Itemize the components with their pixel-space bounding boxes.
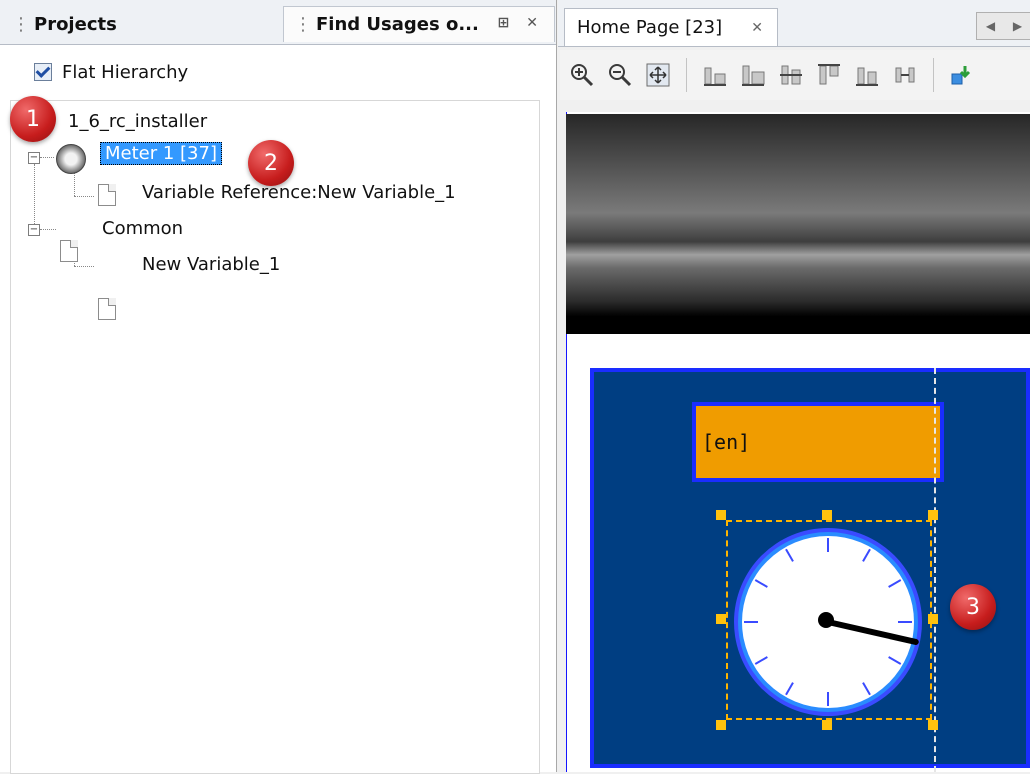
align-left-icon[interactable] <box>739 61 767 89</box>
distribute-icon[interactable] <box>891 61 919 89</box>
drag-handle-icon[interactable]: ⋮ <box>12 14 30 35</box>
tab-projects[interactable]: ⋮ Projects <box>6 6 276 42</box>
tab-find-usages-label: Find Usages o... <box>316 14 479 35</box>
toolbar-separator <box>686 58 687 92</box>
guide-line <box>934 368 936 772</box>
flat-hierarchy-label: Flat Hierarchy <box>62 61 189 83</box>
resize-handle[interactable] <box>716 510 726 520</box>
zoom-in-icon[interactable] <box>568 61 596 89</box>
tree-connector <box>74 196 94 197</box>
resize-handle[interactable] <box>928 510 938 520</box>
tree-connector <box>40 157 54 158</box>
selection-bounding-box[interactable] <box>726 520 932 720</box>
callout-badge-3: 3 <box>950 584 996 630</box>
tree-item-variable-reference[interactable]: Variable Reference:New Variable_1 <box>142 182 456 203</box>
resize-handle[interactable] <box>822 510 832 520</box>
callout-badge-2: 2 <box>248 140 294 186</box>
tab-scroll-arrows: ◀ ▶ <box>976 12 1030 40</box>
language-label-widget[interactable]: [en] <box>692 402 944 482</box>
align-right-icon[interactable] <box>853 61 881 89</box>
tree-connector <box>74 170 75 196</box>
tree-connector <box>40 229 56 230</box>
scroll-left-icon[interactable]: ◀ <box>977 13 1004 39</box>
close-icon[interactable]: ✕ <box>751 20 763 36</box>
editor-toolbar <box>560 50 1030 100</box>
tab-home-page[interactable]: Home Page [23] ✕ <box>564 8 778 46</box>
resize-handle[interactable] <box>716 720 726 730</box>
document-icon <box>98 298 116 320</box>
resize-handle[interactable] <box>716 614 726 624</box>
tab-home-page-label: Home Page [23] <box>577 17 723 38</box>
scroll-right-icon[interactable]: ▶ <box>1004 13 1030 39</box>
document-icon <box>98 184 116 206</box>
resize-handle[interactable] <box>822 720 832 730</box>
tree-item-meter[interactable]: Meter 1 [37] <box>100 142 222 165</box>
language-label-text: [en] <box>702 430 751 454</box>
minimize-close-icons[interactable]: ⊞ ✕ <box>498 15 544 31</box>
flat-hierarchy-checkbox[interactable] <box>34 63 52 81</box>
callout-badge-1: 1 <box>10 96 56 142</box>
fit-icon[interactable] <box>644 61 672 89</box>
header-banner-image <box>566 114 1030 334</box>
tree-connector <box>74 266 94 267</box>
flat-hierarchy-option[interactable]: Flat Hierarchy <box>34 56 188 88</box>
tab-projects-label: Projects <box>34 13 117 35</box>
align-bottom-icon[interactable] <box>701 61 729 89</box>
resize-handle[interactable] <box>928 614 938 624</box>
tree-root-label[interactable]: 1_6_rc_installer <box>68 111 207 132</box>
import-icon[interactable] <box>948 61 976 89</box>
zoom-out-icon[interactable] <box>606 61 634 89</box>
document-icon <box>60 240 78 262</box>
meter-widget-icon <box>56 144 86 174</box>
resize-handle[interactable] <box>928 720 938 730</box>
collapse-icon[interactable]: − <box>28 152 40 164</box>
collapse-icon[interactable]: − <box>28 224 40 236</box>
tab-find-usages[interactable]: ⋮ Find Usages o... ⊞ ✕ <box>283 6 555 42</box>
toolbar-separator <box>933 58 934 92</box>
tree-item-new-variable[interactable]: New Variable_1 <box>142 254 280 275</box>
align-center-icon[interactable] <box>777 61 805 89</box>
align-top-icon[interactable] <box>815 61 843 89</box>
tree-item-common[interactable]: Common <box>102 218 183 239</box>
drag-handle-icon[interactable]: ⋮ <box>294 14 312 35</box>
